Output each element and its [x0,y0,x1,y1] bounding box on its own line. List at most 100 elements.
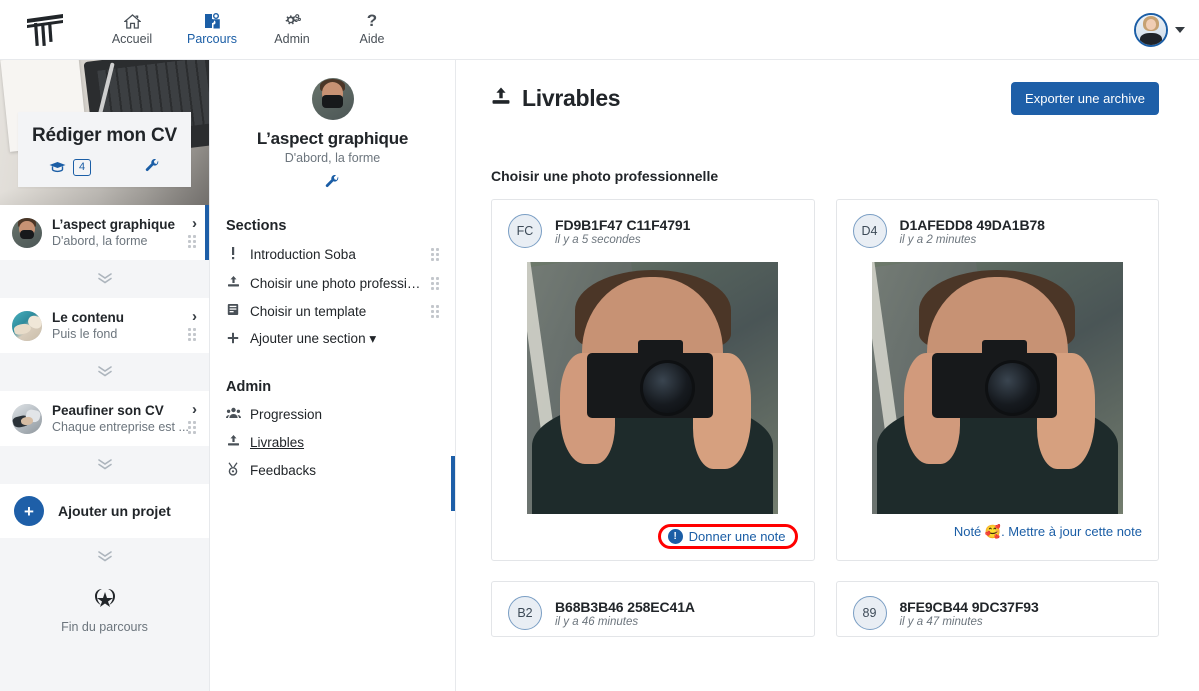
table-row[interactable]: D4 D1AFEDD8 49DA1B78 il y a 2 minutes No… [835,199,1159,561]
section-item-label: Introduction Soba [250,247,356,262]
section-item-introduction-soba[interactable]: Introduction Soba [226,240,439,269]
double-chevron-down-icon [97,272,113,286]
sections-heading: Sections [226,218,287,234]
drag-handle-icon[interactable] [431,276,439,290]
upload-icon [491,86,511,111]
chevron-right-icon[interactable]: › [192,401,197,418]
drag-handle-icon[interactable] [188,235,196,248]
add-project-button[interactable]: + Ajouter un projet [0,484,209,538]
sidebar-connector-2 [0,353,209,391]
sidebar-item-aspect-graphique[interactable]: L’aspect graphique D'abord, la forme › [0,205,209,260]
main-content: Livrables Exporter une archive Choisir u… [456,60,1199,691]
avatar[interactable] [1134,12,1168,47]
graduation-cap-icon [49,160,66,176]
course-title: Rédiger mon CV [32,125,177,146]
nav-item-parcours[interactable]: Parcours [172,0,252,60]
user-menu[interactable] [1134,12,1199,47]
chevron-right-icon[interactable]: › [192,215,197,232]
section-avatar-wrap [226,78,439,120]
card-footer: Noté 🥰. Mettre à jour cette note [837,514,1159,551]
page-title-text: Livrables [522,85,621,111]
app-root: Accueil Parcours Admin ? Aide Rédiger mo… [0,0,1199,691]
table-row[interactable]: 89 8FE9CB44 9DC37F93 il y a 47 minutes [835,581,1159,637]
admin-item-livrables[interactable]: Livrables [226,428,439,456]
course-count-badge: 4 [72,159,92,176]
course-meta-left: 4 [49,159,92,176]
wrench-icon[interactable] [226,174,439,192]
update-note-link[interactable]: Noté 🥰. Mettre à jour cette note [954,524,1142,540]
nav-label-accueil: Accueil [111,32,153,46]
card-header: B2 B68B3B46 258EC41A il y a 46 minutes [492,582,814,636]
sidebar-item-le-contenu[interactable]: Le contenu Puis le fond › [0,298,209,353]
section-item-label: Choisir une photo professio... [250,275,421,291]
deliverable-timestamp: il y a 2 minutes [899,233,977,246]
chevron-down-icon[interactable] [1175,26,1185,33]
add-section-button[interactable]: Ajouter une section ▾ [226,325,439,353]
plus-icon [226,332,240,347]
deliverable-section-label: Choisir une photo professionnelle [491,168,719,184]
sidebar-item-subtitle: Chaque entreprise est ... [52,420,189,434]
deliverable-name: D1AFEDD8 49DA1B78 [899,216,1045,233]
deliverable-image[interactable] [527,262,779,514]
drag-handle-icon[interactable] [431,304,439,318]
initials-badge: D4 [852,214,887,248]
nav-item-admin[interactable]: Admin [252,0,332,60]
path-icon [204,12,221,30]
sidebar-item-avatar [12,310,42,341]
section-item-choisir-une-photo[interactable]: Choisir une photo professio... [226,269,439,297]
drag-handle-icon[interactable] [188,421,196,434]
table-row[interactable]: FC FD9B1F47 C11F4791 il y a 5 secondes !… [491,199,815,561]
admin-item-label: Progression [250,407,323,422]
exclamation-icon [226,246,240,263]
table-row[interactable]: B2 B68B3B46 258EC41A il y a 46 minutes [491,581,815,637]
users-group-icon [226,407,241,422]
admin-heading: Admin [226,379,272,395]
drag-handle-icon[interactable] [431,248,439,261]
sidebar-item-avatar [12,217,42,248]
course-meta: 4 [28,158,181,176]
chevron-right-icon[interactable]: › [192,308,197,325]
admin-item-label: Livrables [250,434,305,450]
course-card[interactable]: Rédiger mon CV 4 [18,112,191,187]
export-archive-button[interactable]: Exporter une archive [1011,82,1159,115]
deliverable-cards-row-1: FC FD9B1F47 C11F4791 il y a 5 secondes !… [491,199,1159,561]
nav-item-accueil[interactable]: Accueil [92,0,172,60]
logo-brand[interactable] [0,0,92,60]
sidebar-item-label: L’aspect graphique [52,217,176,232]
give-note-label: Donner une note [688,529,786,544]
give-note-link[interactable]: ! Donner une note [667,529,786,544]
nav-item-aide[interactable]: ? Aide [332,0,412,60]
top-nav-items: Accueil Parcours Admin ? Aide [92,0,412,60]
sidebar-item-peaufiner-son-cv[interactable]: Peaufiner son CV Chaque entreprise est .… [0,391,209,446]
deliverable-name: B68B3B46 258EC41A [555,598,695,615]
double-chevron-down-icon [97,458,113,472]
admin-item-progression[interactable]: Progression [226,401,439,428]
upload-icon [226,434,240,450]
rated-note-label: Noté 🥰. Mettre à jour cette note [953,524,1142,539]
admin-item-feedbacks[interactable]: Feedbacks [226,456,439,485]
nav-label-parcours: Parcours [186,32,238,46]
question-icon: ? [366,11,378,30]
course-hero: Rédiger mon CV 4 [0,60,209,205]
wrench-icon[interactable] [145,158,160,176]
section-item-choisir-un-template[interactable]: Choisir un template [226,297,439,325]
sidebar-connector-3 [0,446,209,484]
section-item-label: Choisir un template [250,303,367,319]
deliverable-name: FD9B1F47 C11F4791 [555,216,691,233]
exclamation-circle-icon: ! [667,529,683,544]
section-panel: L’aspect graphique D'abord, la forme Sec… [210,60,456,691]
card-identity: FD9B1F47 C11F4791 il y a 5 secondes [555,217,690,246]
card-identity: D1AFEDD8 49DA1B78 il y a 2 minutes [900,217,1045,246]
course-end-label: Fin du parcours [61,620,148,634]
drag-handle-icon[interactable] [188,328,196,341]
top-navigation-bar: Accueil Parcours Admin ? Aide [0,0,1199,60]
deliverable-timestamp: il y a 5 secondes [555,233,641,246]
card-header: 89 8FE9CB44 9DC37F93 il y a 47 minutes [837,582,1159,636]
deliverable-image[interactable] [871,262,1123,514]
section-panel-subtitle: D'abord, la forme [284,151,381,165]
upload-icon [226,275,240,291]
deliverable-timestamp: il y a 47 minutes [899,615,983,628]
nav-label-admin: Admin [274,32,310,46]
double-chevron-down-icon [97,550,113,564]
plus-icon: + [14,496,44,526]
